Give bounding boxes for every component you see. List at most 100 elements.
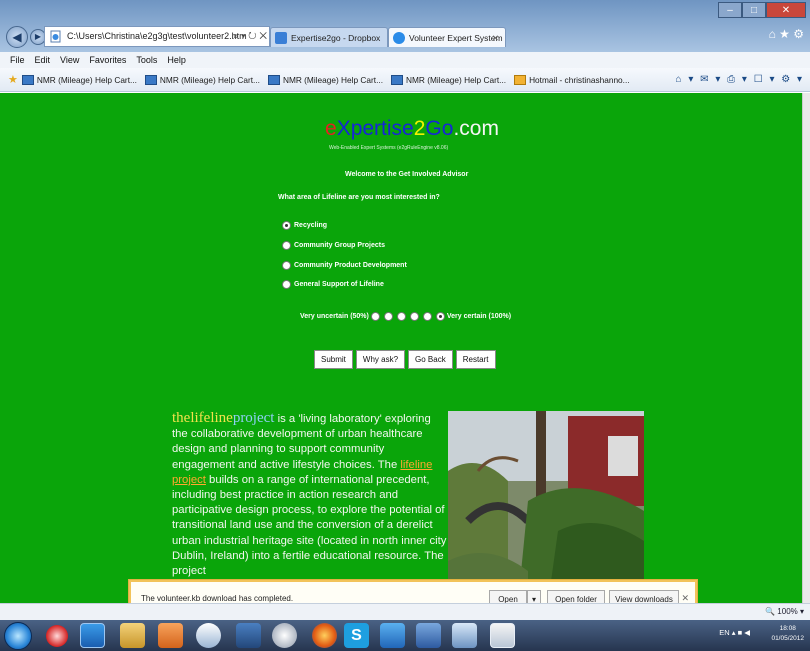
page-icon (21, 74, 34, 85)
clock-time: 18:08 (779, 625, 796, 632)
radio[interactable] (282, 241, 291, 250)
system-tray[interactable]: EN ▴ ■ ◀ (719, 628, 750, 637)
logo-subtitle: Web-Enabled Expert Systems (e2gRuleEngin… (329, 145, 449, 151)
question-text: What area of Lifeline are you most inter… (278, 194, 440, 201)
tab-volunteer-expert-system[interactable]: Volunteer Expert System ✕ (388, 27, 506, 47)
hotmail-icon (514, 74, 527, 85)
project-description: thelifelineproject is a 'living laborato… (172, 410, 448, 579)
radio-selected[interactable] (282, 221, 291, 230)
file-explorer-icon[interactable] (120, 623, 145, 648)
network-icon[interactable] (380, 623, 405, 648)
go-back-button[interactable]: Go Back (408, 350, 453, 369)
command-bar-icons[interactable]: ⌂ ▾ ✉ ▾ ⎙ ▾ ☐ ▾ ⚙ ▾ (676, 74, 804, 85)
minimize-button[interactable]: – (718, 2, 742, 18)
option-community-product-development[interactable]: Community Product Development (282, 261, 407, 270)
certainty-low-label: Very uncertain (50%) (300, 313, 369, 320)
favorite-label: NMR (Mileage) Help Cart... (282, 74, 384, 85)
menu-bar: File Edit View Favorites Tools Help (0, 52, 810, 68)
certainty-scale: Very uncertain (50%) Very certain (100%) (300, 312, 511, 321)
menu-file[interactable]: File (10, 55, 25, 65)
tab-dropbox[interactable]: Expertise2go - Dropbox (270, 27, 388, 47)
option-recycling[interactable]: Recycling (282, 221, 327, 230)
menu-view[interactable]: View (60, 55, 79, 65)
tab-label: Volunteer Expert System (409, 33, 503, 43)
chrome-icon[interactable] (272, 623, 297, 648)
restart-button[interactable]: Restart (455, 350, 496, 369)
maximize-button[interactable]: □ (742, 2, 766, 18)
radio[interactable] (282, 280, 291, 289)
menu-edit[interactable]: Edit (35, 55, 51, 65)
logo-part: e (325, 117, 337, 140)
address-text: C:\Users\Christina\e2g3g\test\volunteer2… (67, 31, 247, 41)
address-tools-icon[interactable]: ⌕ ▾ ↻ ✕ (233, 27, 267, 46)
favorite-link[interactable]: NMR (Mileage) Help Cart... (21, 74, 137, 85)
submit-button[interactable]: Submit (314, 350, 353, 369)
brand-thelifeline: thelifeline (172, 410, 233, 426)
option-community-group-projects[interactable]: Community Group Projects (282, 241, 385, 250)
favorite-label: Hotmail - christinashanno... (529, 74, 630, 85)
brand-project: project (232, 410, 275, 426)
option-label: Community Product Development (294, 262, 407, 269)
option-label: Recycling (294, 222, 328, 229)
logo-part: 2 (413, 117, 426, 140)
page-icon (50, 30, 61, 43)
favorite-link[interactable]: NMR (Mileage) Help Cart... (267, 74, 384, 85)
notepad-icon[interactable] (452, 623, 477, 648)
logo-part: .com (453, 117, 499, 140)
certainty-radio[interactable] (409, 312, 419, 321)
certainty-radio[interactable] (422, 312, 432, 321)
certainty-radio-selected[interactable] (435, 312, 445, 321)
option-label: General Support of Lifeline (294, 281, 384, 288)
favorites-star-icon[interactable]: ★ (8, 73, 18, 86)
favorite-link[interactable]: NMR (Mileage) Help Cart... (144, 74, 260, 85)
certainty-radio[interactable] (383, 312, 393, 321)
favorite-link[interactable]: NMR (Mileage) Help Cart... (391, 74, 507, 85)
page-content: eXpertise2Go.com Web-Enabled Expert Syst… (0, 93, 802, 603)
window-controls: – □ ✕ (718, 2, 806, 18)
nav-buttons: ◀ ▶ (6, 24, 48, 50)
page-icon (144, 74, 157, 85)
advisor-buttons: Submit Why ask? Go Back Restart (314, 350, 499, 369)
status-bar: 🔍 100% ▾ (0, 603, 810, 620)
media-player-icon[interactable] (158, 623, 183, 648)
clock[interactable]: 18:08 01/05/2012 (771, 624, 804, 644)
page-icon (391, 74, 404, 85)
back-arrow-icon[interactable]: ◀ (6, 26, 28, 48)
menu-tools[interactable]: Tools (136, 55, 157, 65)
tab-close-icon[interactable]: ✕ (492, 28, 499, 47)
word-icon[interactable] (416, 623, 441, 648)
tab-label: Expertise2go - Dropbox (291, 33, 381, 43)
favorite-label: NMR (Mileage) Help Cart... (36, 74, 137, 85)
firefox-icon[interactable] (312, 623, 337, 648)
clock-date: 01/05/2012 (771, 635, 804, 642)
menu-help[interactable]: Help (167, 55, 186, 65)
description-text: builds on a range of international prece… (172, 473, 447, 578)
favorite-label: NMR (Mileage) Help Cart... (406, 74, 507, 85)
logo-part: Xpertise (336, 117, 414, 140)
vertical-scrollbar[interactable] (802, 93, 810, 603)
close-window-button[interactable]: ✕ (766, 2, 806, 18)
skype-icon[interactable]: S (344, 623, 369, 648)
address-bar[interactable]: C:\Users\Christina\e2g3g\test\volunteer2… (44, 26, 270, 47)
menu-favorites[interactable]: Favorites (89, 55, 126, 65)
radio[interactable] (282, 261, 291, 270)
start-button-icon[interactable] (4, 622, 32, 650)
windows-taskbar: S EN ▴ ■ ◀ 18:08 01/05/2012 (0, 620, 810, 651)
certainty-high-label: Very certain (100%) (446, 313, 512, 320)
certainty-radio[interactable] (370, 312, 380, 321)
internet-explorer-icon[interactable] (80, 623, 105, 648)
why-ask-button[interactable]: Why ask? (355, 350, 406, 369)
favorite-link-hotmail[interactable]: Hotmail - christinashanno... (514, 74, 630, 85)
dropbox-icon (275, 32, 287, 44)
paint-icon[interactable] (236, 623, 261, 648)
certainty-radio[interactable] (396, 312, 406, 321)
ie-page-icon (393, 32, 405, 44)
download-message: The volunteer.kb download has completed. (141, 594, 294, 603)
option-general-support[interactable]: General Support of Lifeline (282, 280, 384, 289)
messenger-icon[interactable] (196, 623, 221, 648)
expertise2go-logo: eXpertise2Go.com (325, 117, 499, 141)
zoom-level[interactable]: 🔍 100% ▾ (765, 607, 804, 616)
acrobat-icon[interactable] (46, 625, 68, 647)
java-icon[interactable] (490, 623, 515, 648)
home-favorites-tools-icons[interactable]: ⌂ ★ ⚙ (769, 27, 804, 41)
